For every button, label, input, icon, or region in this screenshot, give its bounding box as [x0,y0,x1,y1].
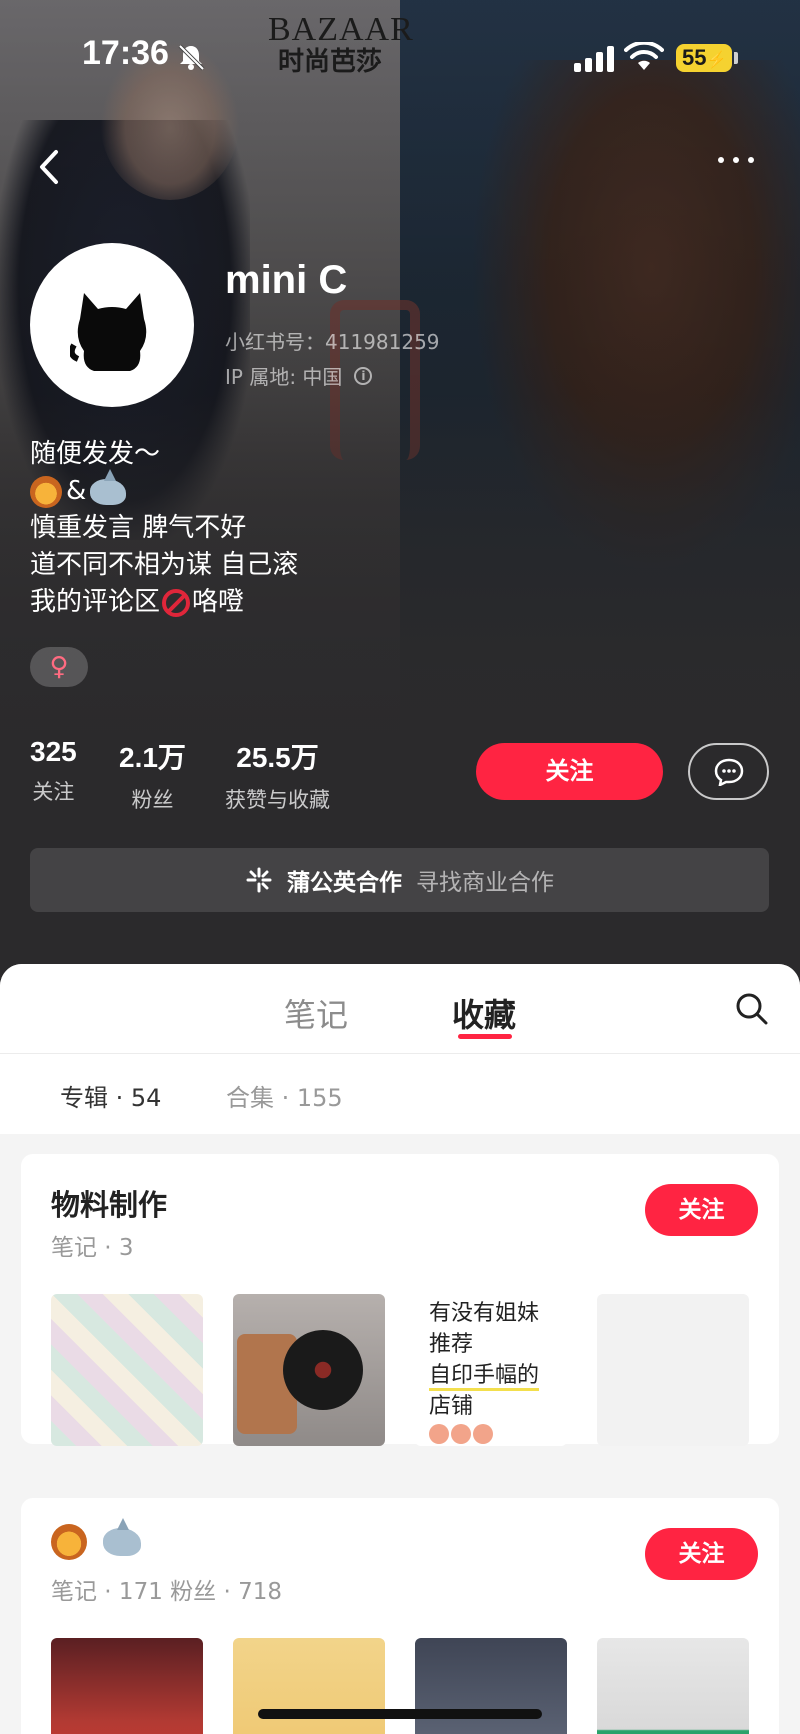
album-thumbnail-empty [597,1294,749,1446]
album-thumbnails: 有没有姐妹 推荐 自印手幅的 店铺 [51,1294,749,1446]
album-card[interactable]: 物料制作 笔记 · 3 关注 有没有姐妹 推荐 自印手幅的 店铺 [21,1154,779,1446]
bio-line: 随便发发～ [30,439,161,469]
search-icon[interactable] [735,992,769,1026]
stat-following-count: 325 [30,736,77,767]
stat-followers[interactable]: 2.1万 粉丝 [119,736,186,814]
stat-following[interactable]: 325 关注 [30,736,77,806]
album-thumbnails [51,1638,749,1734]
message-button[interactable] [688,743,769,800]
prohibited-emoji-icon [162,588,191,617]
album-follow-button[interactable]: 关注 [645,1184,758,1236]
battery-tip [734,52,738,64]
album-thumbnail-text[interactable]: 有没有姐妹 推荐 自印手幅的 店铺 [415,1294,567,1446]
album-thumbnail-image[interactable] [415,1638,567,1734]
collab-subtitle: 寻找商业合作 [416,870,554,896]
battery-indicator: 55⚡ [676,44,732,72]
follow-button[interactable]: 关注 [476,743,663,800]
ip-location: IP 属地: 中国 i [225,361,373,390]
cellular-signal-icon [574,44,614,72]
bell-muted-icon [178,44,205,71]
magazine-logo: BAZAAR 时尚芭莎 [268,11,414,77]
dandelion-collab-banner[interactable]: 蒲公英合作 寻找商业合作 [30,848,769,912]
more-options-icon[interactable] [718,150,768,170]
album-thumbnail-image[interactable] [233,1638,385,1734]
bio-line: 慎重发言 脾气不好 [30,513,247,543]
shark-emoji-icon [103,1518,141,1556]
collection-subtabs: 专辑 · 54 合集 · 155 [0,1054,800,1134]
album-thumbnail-image[interactable] [597,1638,749,1734]
lion-emoji-icon [51,1524,87,1560]
album-thumbnail-image[interactable] [233,1294,385,1446]
thumbnail-text-line: 有没有姐妹 [429,1301,540,1326]
profile-header: BAZAAR 时尚芭莎 17:36 55⚡ mini C 小红书号：411981… [0,0,800,985]
album-follow-button[interactable]: 关注 [645,1528,758,1580]
bio-ampersand: & [66,476,87,506]
wifi-icon [624,42,664,70]
face-emoji-icon [451,1424,471,1444]
bio-line: 我的评论区 咯噔 [30,584,298,621]
chat-bubble-icon [714,758,743,786]
subtab-collection-sets[interactable]: 合集 · 155 [226,1078,343,1113]
avatar[interactable] [30,243,194,407]
black-cat-icon [70,293,147,371]
album-card[interactable]: 笔记 · 171 粉丝 · 718 关注 [21,1498,779,1734]
home-indicator [258,1709,542,1719]
stat-likes-label: 获赞与收藏 [225,788,330,812]
stat-following-label: 关注 [32,780,75,804]
album-title: 物料制作 [51,1188,168,1222]
collab-title: 蒲公英合作 [287,870,402,896]
album-thumbnail-image[interactable] [51,1294,203,1446]
shark-emoji-icon [90,468,127,505]
album-meta: 笔记 · 171 粉丝 · 718 [51,1579,282,1605]
subtab-albums[interactable]: 专辑 · 54 [60,1078,161,1113]
active-tab-indicator [458,1034,512,1039]
battery-level: 55 [682,45,707,70]
info-icon[interactable]: i [354,366,373,385]
bio-text: 咯噔 [192,587,245,617]
bio-text: 我的评论区 [30,587,161,617]
status-time: 17:36 [82,34,169,72]
stat-likes[interactable]: 25.5万 获赞与收藏 [225,736,330,814]
face-emoji-icon [429,1424,449,1444]
dandelion-icon [246,867,272,893]
red-id[interactable]: 小红书号：411981259 [225,326,440,355]
thumbnail-photo-disc [283,1330,363,1410]
album-meta: 笔记 · 3 [51,1235,134,1261]
face-emoji-icon [473,1424,493,1444]
emoji-row [429,1424,553,1444]
album-thumbnail-image[interactable] [51,1638,203,1734]
bio: 随便发发～ & 慎重发言 脾气不好 道不同不相为谋 自己滚 我的评论区 咯噔 [30,436,298,621]
album-title-emoji [51,1518,141,1560]
bio-line-emoji: & [30,468,298,510]
tab-collections[interactable]: 收藏 [452,990,516,1036]
tab-bar: 笔记 收藏 [0,964,800,1054]
content-panel: 笔记 收藏 专辑 · 54 合集 · 155 物料制作 笔记 · 3 关注 有没… [0,964,800,1734]
magazine-logo-en: BAZAAR [268,11,414,48]
thumbnail-text-line: 推荐 [429,1332,474,1357]
lion-emoji-icon [30,475,62,508]
thumbnail-text-line: 自印手幅的 [429,1363,540,1391]
stat-followers-label: 粉丝 [131,788,174,812]
gender-female-icon: ♀ [30,647,88,687]
username: mini C [225,258,348,302]
ip-location-text: IP 属地: 中国 [225,365,343,389]
back-arrow-icon[interactable] [30,142,70,192]
magazine-logo-cn: 时尚芭莎 [277,47,382,77]
bio-line: 道不同不相为谋 自己滚 [30,550,299,580]
stat-followers-count: 2.1万 [119,742,186,773]
stat-likes-count: 25.5万 [236,742,319,773]
thumbnail-text-line: 店铺 [429,1394,474,1419]
tab-notes[interactable]: 笔记 [284,990,348,1036]
